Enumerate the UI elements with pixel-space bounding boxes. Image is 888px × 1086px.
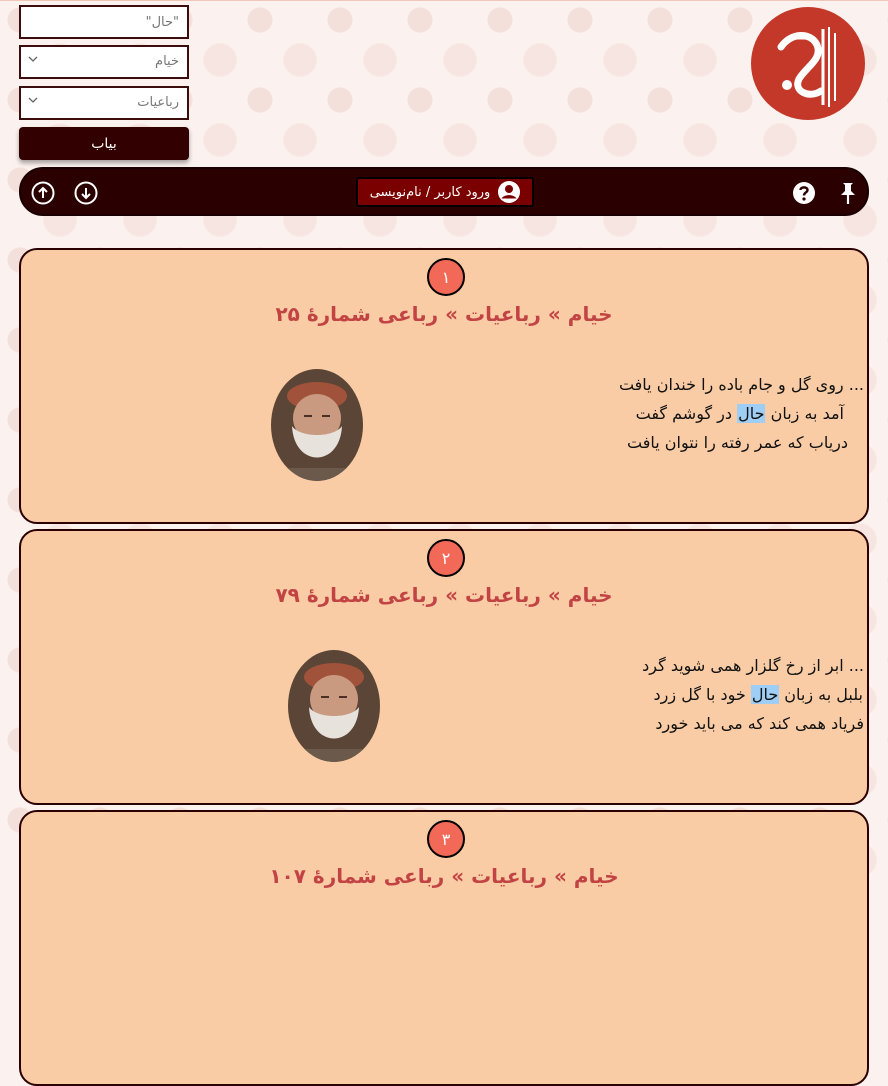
arrow-down-circle-icon[interactable] bbox=[73, 180, 99, 206]
chevron-down-icon bbox=[28, 56, 38, 62]
result-title-link[interactable]: خیام » رباعیات » رباعی شمارهٔ ۲۵ bbox=[21, 302, 867, 326]
verse-line: آمد به زبان حال در گوشم گفت bbox=[635, 404, 844, 423]
site-logo[interactable] bbox=[751, 7, 865, 120]
search-query-input[interactable] bbox=[21, 7, 187, 37]
chevron-down-icon bbox=[28, 97, 38, 103]
login-label: ورود کاربر / نام‌نویسی bbox=[369, 184, 491, 200]
user-icon bbox=[498, 181, 521, 203]
main-navbar: ورود کاربر / نام‌نویسی bbox=[19, 167, 869, 216]
result-number-badge: ۲ bbox=[427, 539, 465, 577]
poet-portrait[interactable] bbox=[287, 649, 381, 763]
pin-icon[interactable] bbox=[835, 180, 861, 206]
search-query-input-wrapper[interactable] bbox=[19, 5, 189, 39]
verse-line: فریاد همی کند که می باید خورد bbox=[655, 714, 864, 733]
poet-portrait[interactable] bbox=[270, 368, 364, 482]
result-card: ۳ خیام » رباعیات » رباعی شمارهٔ ۱۰۷ bbox=[19, 810, 869, 1086]
verse-block: ... روی گل و جام باده را خندان یافت آمد … bbox=[619, 370, 864, 457]
arrow-up-circle-icon[interactable] bbox=[30, 180, 56, 206]
verse-line: دریاب که عمر رفته را نتوان یافت bbox=[627, 433, 848, 452]
book-select[interactable]: رباعیات bbox=[19, 86, 189, 120]
book-select-value: رباعیات bbox=[137, 95, 179, 110]
help-icon[interactable] bbox=[791, 180, 817, 206]
poet-select[interactable]: خیام bbox=[19, 45, 189, 79]
verse-line: ... ابر از رخ گلزار همی شوید گرد bbox=[642, 656, 864, 675]
result-card: ۱ خیام » رباعیات » رباعی شمارهٔ ۲۵ ... ر… bbox=[19, 248, 869, 524]
result-title-link[interactable]: خیام » رباعیات » رباعی شمارهٔ ۷۹ bbox=[21, 583, 867, 607]
result-number-badge: ۳ bbox=[427, 820, 465, 858]
top-divider bbox=[0, 0, 888, 1]
result-number-badge: ۱ bbox=[427, 258, 465, 296]
verse-line: بلبل به زبان حال خود با گل زرد bbox=[653, 685, 863, 704]
verse-line: ... روی گل و جام باده را خندان یافت bbox=[618, 375, 864, 394]
poet-select-value: خیام bbox=[155, 54, 179, 69]
result-card: ۲ خیام » رباعیات » رباعی شمارهٔ ۷۹ ... ا… bbox=[19, 529, 869, 805]
login-register-button[interactable]: ورود کاربر / نام‌نویسی bbox=[356, 177, 534, 207]
verse-block: ... ابر از رخ گلزار همی شوید گرد بلبل به… bbox=[642, 651, 864, 738]
search-highlight: حال bbox=[750, 685, 780, 704]
result-title-link[interactable]: خیام » رباعیات » رباعی شمارهٔ ۱۰۷ bbox=[21, 864, 867, 888]
search-highlight: حال bbox=[737, 404, 766, 423]
logo-icon bbox=[777, 27, 836, 107]
search-button[interactable]: بیاب bbox=[19, 127, 189, 160]
